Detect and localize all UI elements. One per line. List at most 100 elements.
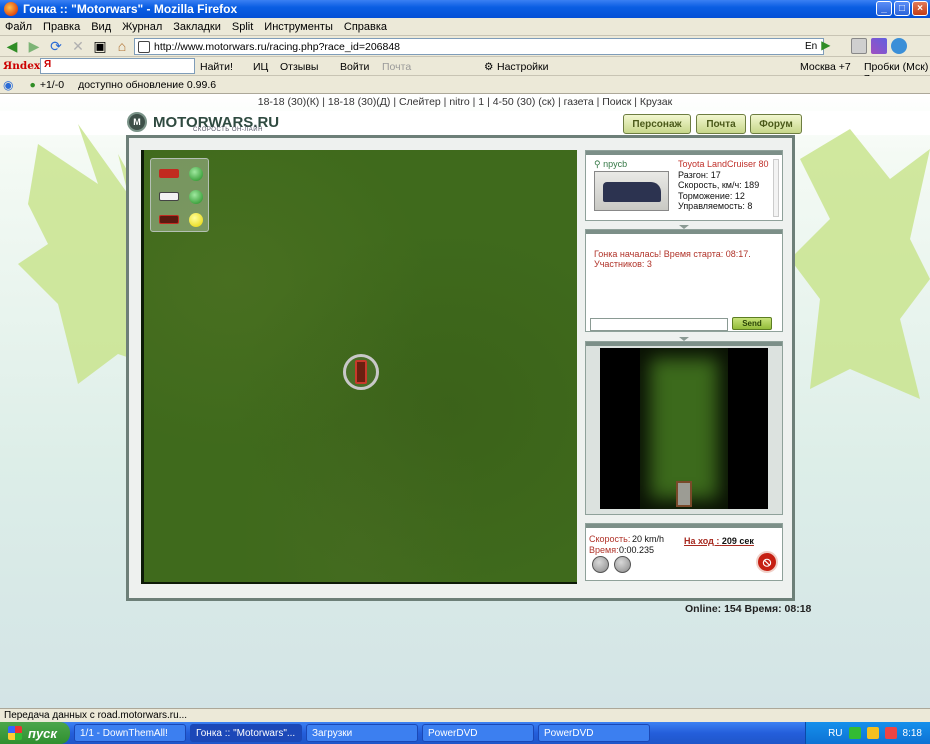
stat-handling: Управляемость: 8 — [678, 201, 753, 212]
taskbar-item-powerdvd[interactable]: PowerDVD — [422, 724, 534, 742]
minimize-button[interactable]: _ — [876, 1, 892, 16]
taskbar-item-downthemall[interactable]: 1/1 - DownThemAll! — [74, 724, 186, 742]
close-button[interactable]: × — [912, 1, 928, 16]
language-indicator[interactable]: RU — [828, 728, 842, 739]
stop-race-button[interactable]: ⦸ — [756, 551, 778, 573]
turn-value: 209 сек — [721, 536, 754, 546]
start-button[interactable]: пуск — [0, 722, 70, 744]
menu-file[interactable]: Файл — [5, 21, 32, 33]
site-favicon-icon — [138, 40, 150, 53]
yandex-reviews-button[interactable]: Отзывы — [280, 61, 318, 73]
firefox-icon — [4, 2, 18, 16]
stat-speed: Скорость, км/ч: 189 — [678, 180, 760, 191]
yandex-toolbar: Яndex Я Найти! ИЦ Отзывы Войти Почта ⚙ Н… — [0, 57, 930, 85]
menu-view[interactable]: Вид — [91, 21, 111, 33]
player-name-text: npycb — [603, 159, 628, 169]
panel-header — [586, 151, 782, 155]
yandex-mail-button[interactable]: Почта — [382, 61, 411, 73]
taskbar-item-powerdvd-2[interactable]: PowerDVD — [538, 724, 650, 742]
yellow-light-icon — [189, 213, 203, 227]
tab-mail[interactable]: Почта — [696, 114, 746, 134]
tab-forum[interactable]: Форум — [750, 114, 802, 134]
print-icon[interactable] — [851, 38, 868, 54]
speed-value: 20 km/h — [632, 534, 665, 544]
car-title: Toyota LandCruiser 80 — [678, 159, 769, 169]
go-icon[interactable]: ▶ — [821, 38, 837, 54]
addon-icon[interactable] — [891, 38, 908, 54]
grid-icon[interactable] — [871, 38, 888, 54]
send-button[interactable]: Send — [732, 317, 772, 330]
menu-history[interactable]: Журнал — [122, 21, 162, 33]
address-bar[interactable]: http://www.motorwars.ru/racing.php?race_… — [134, 38, 824, 55]
minimap-car-icon — [676, 481, 692, 507]
menu-split[interactable]: Split — [232, 21, 253, 33]
new-tab-icon[interactable]: ▣ — [90, 38, 110, 55]
window-title: Гонка :: "Motorwars" - Mozilla Firefox — [23, 2, 238, 16]
menu-tools[interactable]: Инструменты — [264, 21, 333, 33]
stop-icon[interactable]: ✕ — [68, 38, 88, 55]
chat-message: Участников: 3 — [594, 259, 652, 269]
chat-message: Гонка началась! Время старта: 08:17. — [594, 249, 751, 259]
windows-logo-icon — [8, 726, 22, 740]
clock[interactable]: 8:18 — [903, 728, 922, 739]
yandex-ic-button[interactable]: ИЦ — [253, 61, 268, 73]
panel-header — [586, 524, 782, 528]
speed-label: Скорость: — [589, 534, 631, 544]
suv-image — [603, 182, 661, 202]
car-photo — [594, 171, 669, 211]
navigation-toolbar: ◀ ▶ ⟳ ✕ ▣ ⌂ http://www.motorwars.ru/raci… — [0, 36, 930, 57]
chat-panel: Гонка началась! Время старта: 08:17. Уча… — [585, 229, 783, 332]
back-icon[interactable]: ◀ — [2, 38, 22, 55]
panel-header — [586, 230, 782, 234]
update-score[interactable]: +1/-0 — [40, 79, 64, 91]
logo-icon: M — [127, 112, 147, 132]
gear-icon: ⚙ — [484, 61, 494, 73]
address-url: http://www.motorwars.ru/racing.php?race_… — [154, 40, 401, 53]
update-text[interactable]: доступно обновление 0.99.6 — [78, 79, 216, 91]
menu-bar: Файл Правка Вид Журнал Закладки Split Ин… — [0, 18, 930, 36]
car-panel-scrollbar[interactable] — [773, 159, 779, 217]
chat-input[interactable] — [590, 318, 728, 331]
horn-icon[interactable] — [614, 556, 631, 573]
stat-braking: Торможение: 12 — [678, 190, 745, 201]
tray-icon[interactable] — [848, 727, 861, 739]
yandex-logo[interactable]: Яndex — [3, 60, 40, 72]
chat-messages: Гонка началась! Время старта: 08:17. Уча… — [594, 249, 751, 269]
menu-help[interactable]: Справка — [344, 21, 387, 33]
forward-icon[interactable]: ▶ — [24, 38, 44, 55]
taskbar-item-downloads[interactable]: Загрузки — [306, 724, 418, 742]
window-titlebar: Гонка :: "Motorwars" - Mozilla Firefox _… — [0, 0, 930, 18]
update-toolbar: ◉ ● +1/-0 доступно обновление 0.99.6 — [0, 76, 930, 94]
tab-character[interactable]: Персонаж — [623, 114, 691, 134]
online-counter: Online: 154 Время: 08:18 — [685, 603, 812, 615]
tray-icon[interactable] — [884, 727, 897, 739]
menu-bookmarks[interactable]: Закладки — [173, 21, 221, 33]
web-page: 18-18 (30)(К) | 18-18 (30)(Д) | Слейтер … — [0, 94, 930, 708]
yandex-login-button[interactable]: Войти — [340, 61, 369, 73]
tray-icon[interactable] — [866, 727, 879, 739]
player-car[interactable] — [343, 354, 379, 390]
home-icon[interactable]: ⌂ — [112, 38, 132, 55]
reload-icon[interactable]: ⟳ — [46, 38, 66, 55]
car-stats: Разгон: 17 Скорость, км/ч: 189 Торможени… — [678, 170, 759, 212]
racer-car-icon — [159, 169, 179, 178]
yandex-search-input[interactable]: Я — [40, 58, 195, 74]
yandex-settings-button[interactable]: Настройки — [497, 61, 549, 73]
logo-subtitle: СКОРОСТЬ ОН-ЛАЙН — [193, 127, 263, 133]
racer-car-icon — [159, 215, 179, 224]
minimap-panel — [585, 341, 783, 515]
weather-widget[interactable]: Москва +7 — [800, 61, 851, 73]
turn-label: На ход : — [684, 536, 720, 546]
windows-taskbar: пуск 1/1 - DownThemAll! Гонка :: "Motorw… — [0, 722, 930, 744]
system-tray: RU 8:18 — [805, 722, 930, 744]
navigation-circle-icon[interactable]: ◉ — [3, 78, 13, 92]
maximize-button[interactable]: □ — [894, 1, 910, 16]
language-indicator[interactable]: En — [805, 41, 817, 52]
menu-edit[interactable]: Правка — [43, 21, 80, 33]
nitro-icon[interactable] — [592, 556, 609, 573]
yandex-find-button[interactable]: Найти! — [200, 61, 233, 73]
taskbar-item-firefox[interactable]: Гонка :: "Motorwars"... — [190, 724, 302, 742]
top-links[interactable]: 18-18 (30)(К) | 18-18 (30)(Д) | Слейтер … — [0, 96, 930, 108]
green-light-icon — [189, 190, 203, 204]
player-name[interactable]: ⚲ npycb — [594, 159, 627, 170]
